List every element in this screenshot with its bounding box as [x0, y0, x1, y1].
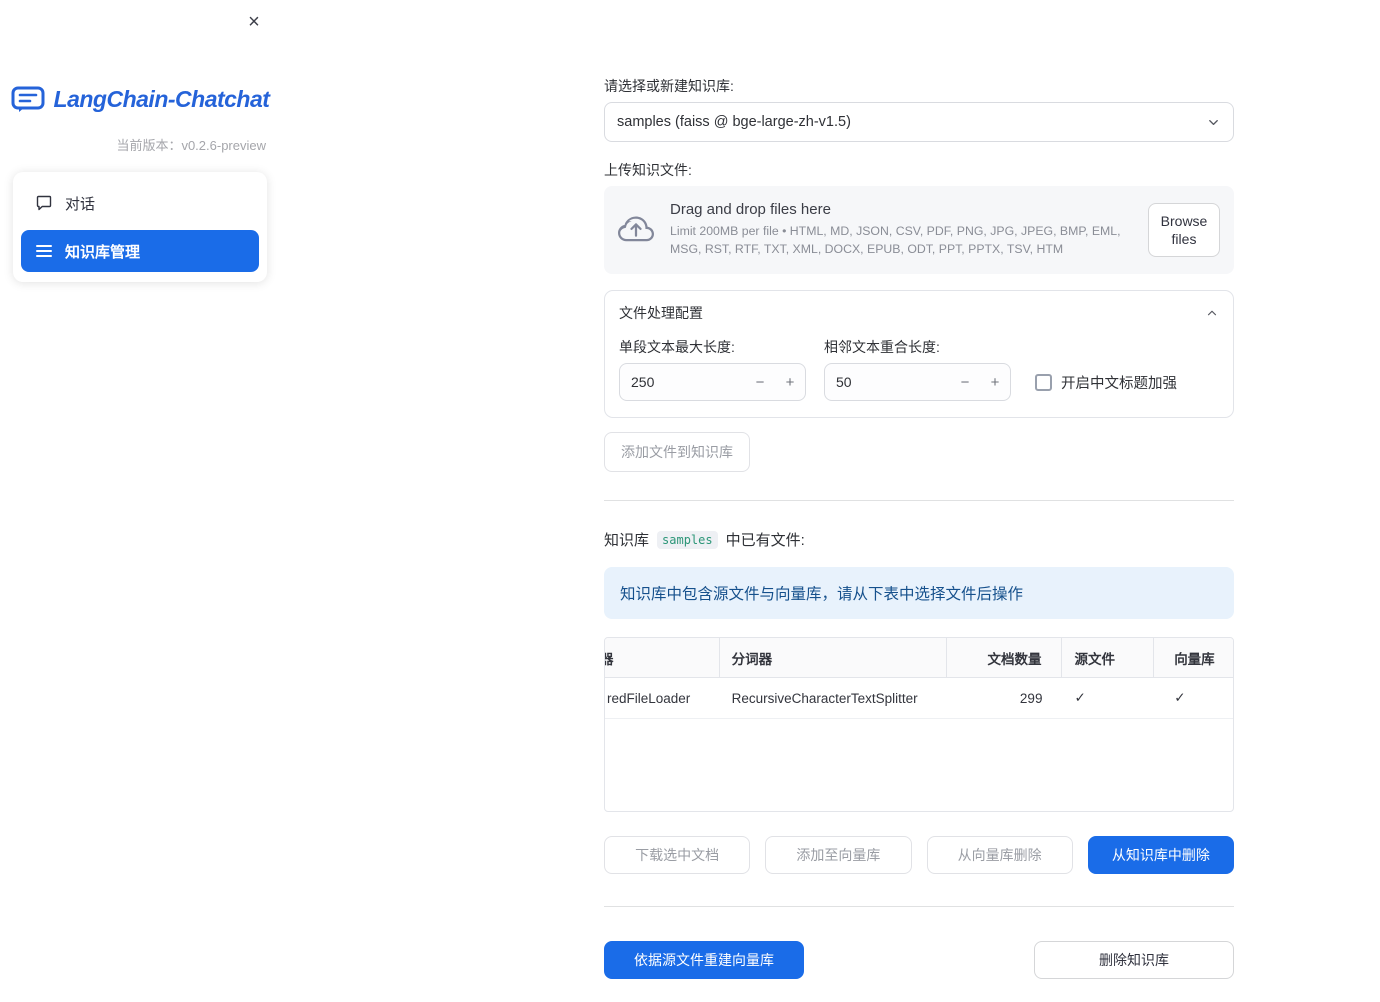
download-selected-docs-button[interactable]: 下载选中文档 — [604, 836, 751, 874]
cell-loader: redFileLoader — [607, 690, 691, 706]
divider — [604, 500, 1234, 501]
kb-select-label: 请选择或新建知识库: — [604, 78, 734, 94]
divider — [604, 906, 1234, 907]
chunk-size-decrement-button[interactable]: − — [745, 364, 775, 400]
file-dropzone[interactable]: Drag and drop files here Limit 200MB per… — [604, 186, 1234, 274]
overlap-size-stepper[interactable]: 50 − + — [824, 363, 1011, 401]
cloud-upload-icon — [618, 212, 654, 248]
chunk-size-field: 单段文本最大长度: 250 − + — [619, 337, 806, 401]
sidebar-item-label: 知识库管理 — [65, 243, 141, 261]
list-icon — [35, 244, 53, 258]
sidebar-menu: 对话 知识库管理 — [13, 172, 267, 282]
sidebar-item-label: 对话 — [65, 195, 96, 213]
table-header-doc-count: 文档数量 — [947, 638, 1063, 677]
kb-selectbox-value: samples (faiss @ bge-large-zh-v1.5) — [617, 114, 851, 130]
table-header-source-file: 源文件 — [1062, 638, 1155, 677]
chevron-down-icon — [1206, 115, 1221, 130]
table-action-buttons: 下载选中文档 添加至向量库 从向量库删除 从知识库中删除 — [604, 836, 1234, 874]
kb-files-suffix: 中已有文件: — [725, 532, 805, 549]
file-config-expander: 文件处理配置 单段文本最大长度: 250 − + 相邻文本重合长度: 50 − … — [604, 290, 1234, 418]
table-row[interactable]: redFileLoader RecursiveCharacterTextSpli… — [605, 678, 1233, 719]
upload-label: 上传知识文件: — [604, 162, 692, 178]
add-to-vector-store-button[interactable]: 添加至向量库 — [765, 836, 912, 874]
kb-files-prefix: 知识库 — [604, 532, 650, 549]
add-files-to-kb-button[interactable]: 添加文件到知识库 — [604, 432, 750, 472]
delete-kb-button[interactable]: 删除知识库 — [1034, 941, 1234, 979]
cell-splitter: RecursiveCharacterTextSplitter — [731, 690, 918, 706]
app-logo: LangChain-Chatchat — [0, 86, 280, 113]
chat-bubble-icon — [35, 195, 53, 211]
kb-name-code: samples — [657, 530, 718, 549]
dropzone-subtitle: Limit 200MB per file • HTML, MD, JSON, C… — [670, 224, 1121, 256]
table-header-vector-store: 向量库 — [1174, 651, 1215, 667]
overlap-decrement-button[interactable]: − — [950, 364, 980, 400]
kb-files-heading: 知识库 samples 中已有文件: — [604, 529, 1234, 550]
chunk-size-value: 250 — [631, 374, 655, 390]
chunk-size-increment-button[interactable]: + — [775, 364, 805, 400]
kb-management-buttons: 依据源文件重建向量库 删除知识库 — [604, 941, 1234, 979]
chevron-up-icon — [1205, 306, 1219, 320]
overlap-increment-button[interactable]: + — [980, 364, 1010, 400]
browse-files-button[interactable]: Browse files — [1148, 203, 1220, 257]
delete-from-vector-store-button[interactable]: 从向量库删除 — [926, 836, 1073, 874]
main-area: 请选择或新建知识库: samples (faiss @ bge-large-zh… — [280, 0, 1380, 1002]
sidebar-item-dialogue[interactable]: 对话 — [21, 182, 259, 224]
delete-from-kb-button[interactable]: 从知识库中删除 — [1087, 836, 1234, 874]
zh-title-enhance-checkbox[interactable]: 开启中文标题加强 — [1035, 363, 1177, 401]
sidebar: × LangChain-Chatchat 当前版本：v0.2.6-preview… — [0, 0, 280, 1002]
checkbox-box-icon[interactable] — [1035, 373, 1052, 391]
chunk-size-label: 单段文本最大长度: — [619, 339, 735, 355]
kb-selectbox[interactable]: samples (faiss @ bge-large-zh-v1.5) — [604, 102, 1234, 142]
overlap-size-label: 相邻文本重合长度: — [824, 339, 940, 355]
cell-vector-store-check: ✓ — [1174, 690, 1186, 705]
dropzone-title: Drag and drop files here — [670, 201, 831, 219]
version-text: 当前版本：v0.2.6-preview — [116, 138, 266, 153]
overlap-size-value: 50 — [836, 374, 852, 390]
overlap-size-field: 相邻文本重合长度: 50 − + — [824, 337, 1011, 401]
expander-title: 文件处理配置 — [619, 305, 703, 321]
file-config-expander-header[interactable]: 文件处理配置 — [605, 291, 1233, 335]
logo-chat-icon — [11, 86, 45, 113]
cell-source-file-check: ✓ — [1074, 690, 1086, 705]
sidebar-item-knowledge-base[interactable]: 知识库管理 — [21, 230, 259, 272]
info-banner: 知识库中包含源文件与向量库，请从下表中选择文件后操作 — [604, 567, 1234, 619]
checkbox-label: 开启中文标题加强 — [1061, 375, 1177, 392]
table-header-splitter: 分词器 — [720, 638, 947, 677]
rebuild-vector-store-button[interactable]: 依据源文件重建向量库 — [604, 941, 804, 979]
chunk-size-stepper[interactable]: 250 − + — [619, 363, 806, 401]
kb-files-table: 器 分词器 文档数量 源文件 向量库 redFileLoader Recursi… — [604, 637, 1234, 812]
table-header-loader: 器 — [605, 638, 720, 677]
close-sidebar-icon[interactable]: × — [240, 8, 268, 36]
logo-text: LangChain-Chatchat — [53, 86, 270, 112]
table-header-row: 器 分词器 文档数量 源文件 向量库 — [605, 638, 1233, 678]
cell-doc-count: 299 — [1019, 690, 1043, 706]
